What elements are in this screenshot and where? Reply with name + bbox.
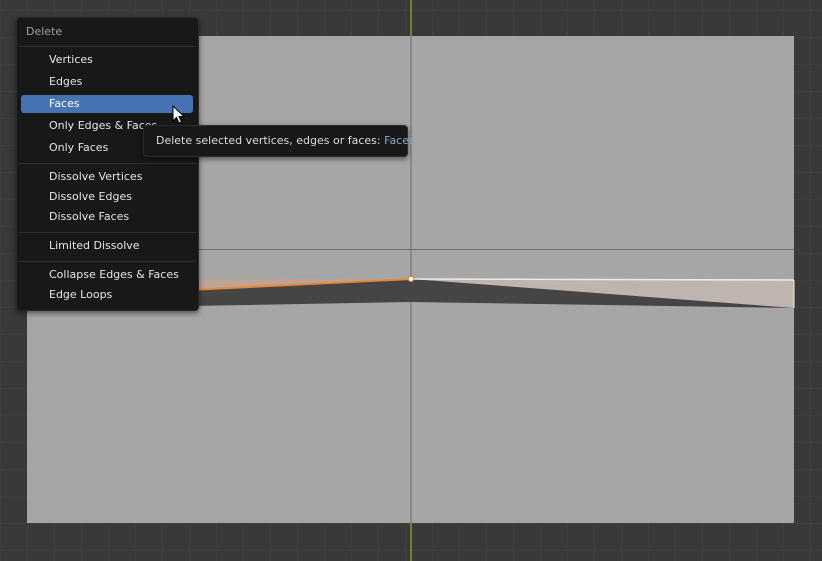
- selected-vertex[interactable]: [408, 276, 414, 282]
- menu-item-label: Vertices: [49, 53, 93, 66]
- menu-item-label: Collapse Edges & Faces: [49, 268, 179, 281]
- menu-item-label: Dissolve Edges: [49, 190, 132, 203]
- menu-item-edges[interactable]: Edges: [21, 73, 193, 91]
- menu-separator: [19, 163, 196, 164]
- menu-item-vertices[interactable]: Vertices: [21, 51, 193, 69]
- menu-item-edge-loops[interactable]: Edge Loops: [21, 286, 193, 304]
- menu-item-dissolve-vertices[interactable]: Dissolve Vertices: [21, 168, 193, 186]
- menu-separator: [19, 46, 196, 47]
- menu-separator: [19, 232, 196, 233]
- menu-item-label: Faces: [49, 97, 80, 110]
- menu-item-label: Edges: [49, 75, 83, 88]
- menu-item-label: Limited Dissolve: [49, 239, 140, 252]
- menu-item-collapse-edges-faces[interactable]: Collapse Edges & Faces: [21, 266, 193, 284]
- menu-item-faces[interactable]: Faces: [21, 95, 193, 113]
- menu-item-label: Only Faces: [49, 141, 109, 154]
- menu-item-label: Edge Loops: [49, 288, 113, 301]
- top-edge-right: [410, 278, 795, 281]
- mouse-cursor-icon: [172, 105, 186, 124]
- menu-title: Delete: [26, 25, 63, 38]
- menu-item-dissolve-edges[interactable]: Dissolve Edges: [21, 188, 193, 206]
- delete-menu: Delete Vertices Edges Faces Only Edges &…: [16, 17, 199, 311]
- tooltip-value: Faces: [384, 134, 415, 147]
- menu-item-dissolve-faces[interactable]: Dissolve Faces: [21, 208, 193, 226]
- menu-separator: [19, 261, 196, 262]
- menu-item-limited-dissolve[interactable]: Limited Dissolve: [21, 237, 193, 255]
- menu-item-label: Only Edges & Faces: [49, 119, 158, 132]
- menu-item-label: Dissolve Faces: [49, 210, 130, 223]
- tooltip-text: Delete selected vertices, edges or faces…: [156, 134, 381, 147]
- menu-item-label: Dissolve Vertices: [49, 170, 143, 183]
- tooltip: Delete selected vertices, edges or faces…: [143, 125, 415, 157]
